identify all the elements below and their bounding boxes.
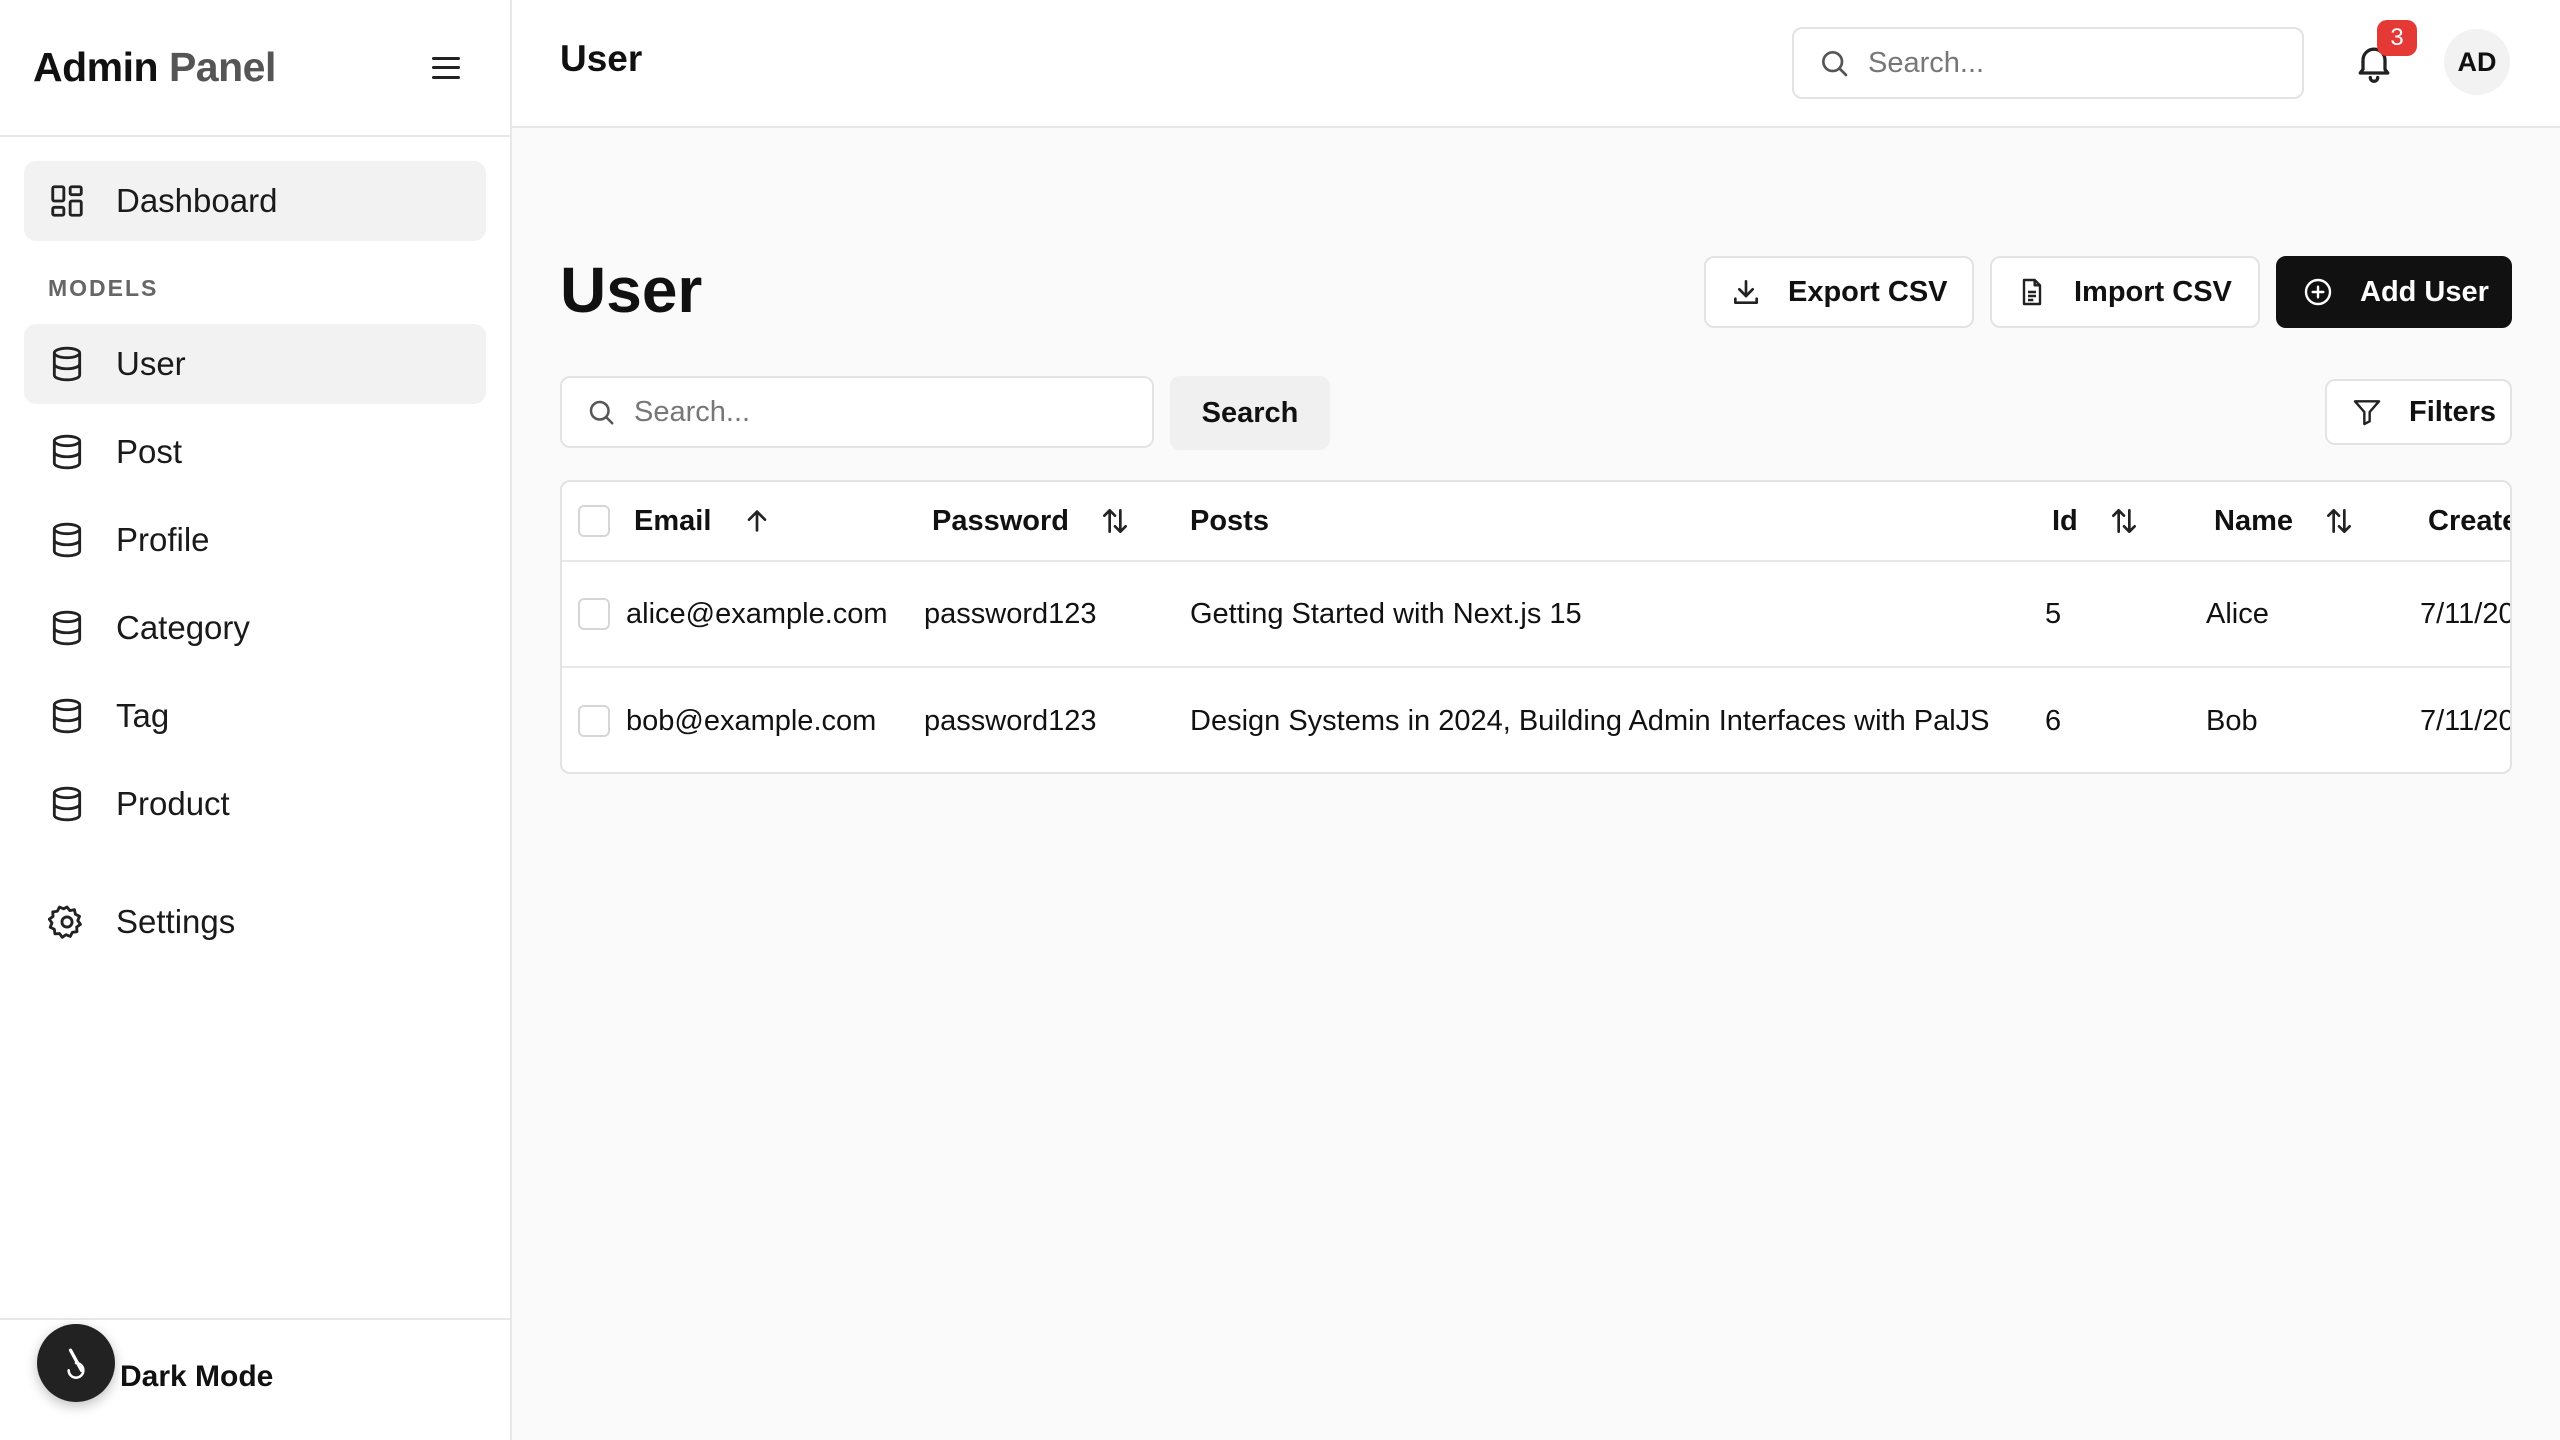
brand-primary: Admin: [33, 44, 159, 90]
database-icon: [52, 786, 82, 822]
page-title: User: [560, 254, 703, 326]
sort-icon[interactable]: [2323, 505, 2355, 537]
cell-password: password123: [924, 597, 1097, 630]
column-label: Id: [2052, 504, 2078, 537]
cell-password: password123: [924, 704, 1097, 737]
sidebar-item-label: Dashboard: [116, 182, 278, 219]
column-header-password[interactable]: Password: [932, 482, 1131, 560]
table-header-row: Email Password Posts Id Name Create: [562, 482, 2510, 562]
column-header-email[interactable]: Email: [634, 482, 773, 560]
database-icon: [52, 610, 82, 646]
sidebar-nav: Dashboard MODELS User Post Profile Categ…: [0, 137, 510, 962]
sidebar-item-label: Category: [116, 609, 250, 646]
table-row[interactable]: alice@example.com password123 Getting St…: [562, 562, 2510, 668]
global-search-input[interactable]: [1868, 46, 2268, 80]
sidebar-item-tag[interactable]: Tag: [24, 676, 486, 756]
import-csv-label: Import CSV: [2074, 275, 2232, 308]
search-icon: [589, 400, 614, 425]
column-header-created[interactable]: Create: [2428, 482, 2512, 560]
theme-toggle-button[interactable]: [37, 1324, 115, 1402]
sidebar-item-user[interactable]: User: [24, 324, 486, 404]
sidebar-item-label: Post: [116, 433, 183, 470]
column-header-id[interactable]: Id: [2052, 482, 2140, 560]
sort-icon[interactable]: [2108, 505, 2140, 537]
row-checkbox[interactable]: [578, 598, 610, 630]
table-search-input[interactable]: [634, 395, 1034, 429]
sidebar-item-profile[interactable]: Profile: [24, 500, 486, 580]
sidebar-item-label: Settings: [116, 903, 236, 940]
column-header-posts: Posts: [1190, 482, 1269, 560]
export-csv-button[interactable]: Export CSV: [1704, 256, 1974, 328]
column-header-name[interactable]: Name: [2214, 482, 2355, 560]
notification-badge: 3: [2377, 20, 2417, 56]
column-label: Password: [932, 504, 1069, 537]
dashboard-icon: [51, 185, 83, 217]
brand-secondary: Panel: [168, 44, 276, 90]
row-checkbox[interactable]: [578, 705, 610, 737]
moon-icon: [67, 1348, 85, 1379]
column-label: Name: [2214, 504, 2293, 537]
select-all-checkbox[interactable]: [578, 505, 610, 537]
search-icon: [1822, 51, 1848, 77]
cell-created: 7/11/20: [2420, 704, 2512, 737]
download-icon: [1734, 280, 1758, 304]
sidebar-item-settings[interactable]: Settings: [24, 882, 486, 962]
section-label-models: MODELS: [48, 275, 159, 301]
sidebar-item-category[interactable]: Category: [24, 588, 486, 668]
sidebar-item-product[interactable]: Product: [24, 764, 486, 844]
file-icon: [2022, 278, 2042, 306]
table-row[interactable]: bob@example.com password123 Design Syste…: [562, 668, 2512, 772]
table-search[interactable]: [560, 376, 1154, 448]
cell-email: bob@example.com: [626, 704, 877, 737]
cell-created: 7/11/20: [2420, 597, 2512, 630]
sort-icon[interactable]: [1099, 505, 1131, 537]
cell-id: 6: [2045, 704, 2062, 737]
cell-posts: Getting Started with Next.js 15: [1190, 597, 1582, 630]
cell-posts: Design Systems in 2024, Building Admin I…: [1190, 704, 1990, 737]
search-button[interactable]: Search: [1170, 376, 1330, 450]
topbar: User 3 AD: [512, 0, 2560, 128]
sidebar-item-label: User: [116, 345, 186, 382]
cell-id: 5: [2045, 597, 2062, 630]
cell-email: alice@example.com: [626, 597, 888, 630]
menu-icon[interactable]: [432, 56, 460, 79]
users-table: Email Password Posts Id Name Create alic…: [560, 480, 2512, 774]
column-label: Email: [634, 504, 712, 537]
sidebar: Admin Panel Dashboard MODELS User Post P…: [0, 0, 512, 1440]
column-label: Posts: [1190, 504, 1269, 537]
plus-circle-icon: [2304, 278, 2332, 306]
filters-label: Filters: [2409, 395, 2497, 428]
column-label: Create: [2428, 504, 2512, 537]
gear-icon: [48, 905, 82, 939]
sidebar-footer: Dark Mode: [0, 1318, 510, 1440]
database-icon: [52, 522, 82, 558]
cell-name: Alice: [2206, 597, 2269, 630]
add-user-button[interactable]: Add User: [2276, 256, 2512, 328]
sidebar-item-label: Product: [116, 785, 230, 822]
breadcrumb: User: [560, 38, 643, 79]
sidebar-item-label: Tag: [116, 697, 170, 734]
brand-header: Admin Panel: [0, 0, 510, 137]
sidebar-item-label: Profile: [116, 521, 210, 558]
export-csv-label: Export CSV: [1788, 275, 1948, 308]
global-search[interactable]: [1792, 27, 2304, 99]
sidebar-item-dashboard[interactable]: Dashboard: [24, 161, 486, 241]
database-icon: [52, 346, 82, 382]
filters-button[interactable]: Filters: [2325, 379, 2512, 445]
add-user-label: Add User: [2360, 275, 2489, 308]
database-icon: [52, 434, 82, 470]
avatar[interactable]: AD: [2444, 29, 2510, 95]
import-csv-button[interactable]: Import CSV: [1990, 256, 2260, 328]
database-icon: [52, 698, 82, 734]
app-title: Admin Panel: [33, 44, 276, 91]
sort-asc-icon[interactable]: [741, 505, 773, 537]
dark-mode-label: Dark Mode: [120, 1360, 274, 1393]
cell-name: Bob: [2206, 704, 2258, 737]
filter-icon: [2353, 400, 2381, 426]
sidebar-item-post[interactable]: Post: [24, 412, 486, 492]
